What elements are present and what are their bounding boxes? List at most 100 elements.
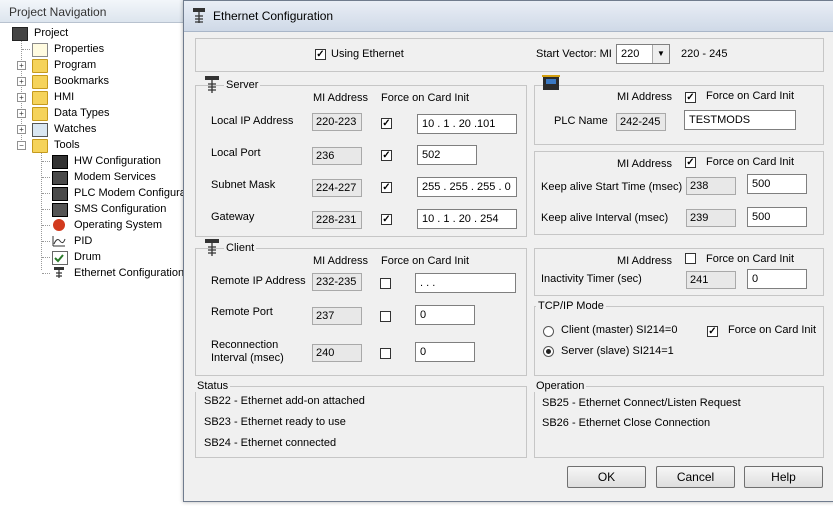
status-title: Status <box>195 380 231 392</box>
ethernet-configuration-dialog: Ethernet Configuration ✓ Using Ethernet … <box>183 0 833 502</box>
chevron-down-icon[interactable]: ▼ <box>652 45 669 63</box>
server-slave-label: Server (slave) SI214=1 <box>561 345 674 357</box>
tree-item-tools[interactable]: − Tools <box>10 137 180 153</box>
plc-force-checkbox[interactable]: ✓ <box>685 92 696 103</box>
gateway-label: Gateway <box>211 211 255 223</box>
local-ip-label: Local IP Address <box>211 115 294 127</box>
remote-ip-force-checkbox[interactable] <box>380 278 391 289</box>
keepalive-interval-mi-field: 239 <box>686 209 736 227</box>
expand-icon[interactable]: + <box>17 109 26 118</box>
subnet-mask-label: Subnet Mask <box>211 179 276 191</box>
keepalive-interval-input[interactable]: 500 <box>747 207 807 227</box>
tcpip-force-label: Force on Card Init <box>728 324 817 336</box>
inactivity-force-checkbox[interactable] <box>685 253 696 264</box>
ok-button[interactable]: OK <box>567 466 646 488</box>
local-port-mi-field: 236 <box>312 147 362 165</box>
client-master-radio[interactable] <box>543 326 554 337</box>
tcpip-force-checkbox[interactable]: ✓ <box>707 326 718 337</box>
ethernet-top-group <box>195 38 824 72</box>
folder-open-icon <box>32 139 48 153</box>
local-ip-mi-field: 220-223 <box>312 113 362 131</box>
tree-item-properties[interactable]: Properties <box>10 41 180 57</box>
operation-line: SB25 - Ethernet Connect/Listen Request <box>542 397 741 409</box>
keepalive-force-label: Force on Card Init <box>706 156 795 168</box>
keepalive-force-checkbox[interactable]: ✓ <box>685 157 696 168</box>
start-vector-select[interactable]: 220 ▼ <box>616 44 670 64</box>
folder-icon <box>32 107 48 121</box>
inactivity-mi-field: 241 <box>686 271 736 289</box>
tree-item-operating-system[interactable]: Operating System <box>10 217 185 233</box>
expand-icon[interactable]: + <box>17 77 26 86</box>
gateway-mi-field: 228-231 <box>312 211 362 229</box>
server-group-title: Server <box>224 79 261 91</box>
remote-ip-mi-field: 232-235 <box>312 273 362 291</box>
keepalive-start-input[interactable]: 500 <box>747 174 807 194</box>
local-ip-force-checkbox[interactable]: ✓ <box>381 118 392 129</box>
dialog-titlebar[interactable]: Ethernet Configuration <box>184 1 833 32</box>
tree-item-hmi[interactable]: + HMI <box>10 89 180 105</box>
remote-ip-label: Remote IP Address <box>211 275 306 287</box>
local-port-label: Local Port <box>211 147 261 159</box>
tree-item-pid[interactable]: PID <box>10 233 185 249</box>
ethernet-icon <box>192 8 206 27</box>
server-mi-header: MI Address <box>313 92 369 104</box>
panel-title: Project Navigation <box>9 5 107 19</box>
start-vector-label: Start Vector: MI <box>536 48 612 60</box>
tree-item-bookmarks[interactable]: + Bookmarks <box>10 73 180 89</box>
project-icon <box>12 27 28 41</box>
tree-item-sms-configuration[interactable]: SMS Configuration <box>10 201 185 217</box>
status-line: SB24 - Ethernet connected <box>204 437 337 449</box>
collapse-icon[interactable]: − <box>17 141 26 150</box>
tree-item-hw-configuration[interactable]: HW Configuration <box>10 153 185 169</box>
panel-header: Project Navigation <box>0 0 185 23</box>
keepalive-interval-label: Keep alive Interval (msec) <box>541 212 669 224</box>
tree-item-plc-modem-configuration[interactable]: PLC Modem Configura <box>10 185 185 201</box>
status-line: SB23 - Ethernet ready to use <box>204 416 346 428</box>
server-slave-radio[interactable] <box>543 346 554 357</box>
operation-line: SB26 - Ethernet Close Connection <box>542 417 711 429</box>
tree-item-project[interactable]: Project <box>10 25 180 41</box>
expand-icon[interactable]: + <box>17 61 26 70</box>
plc-name-input[interactable]: TESTMODS <box>684 110 796 130</box>
local-port-input[interactable]: 502 <box>417 145 477 165</box>
expand-icon[interactable]: + <box>17 93 26 102</box>
local-ip-input[interactable]: 10 . 1 . 20 .101 <box>417 114 517 134</box>
using-ethernet-checkbox[interactable]: ✓ <box>315 49 326 60</box>
inactivity-input[interactable]: 0 <box>747 269 807 289</box>
reconnection-input[interactable]: 0 <box>415 342 475 362</box>
tree-item-modem-services[interactable]: Modem Services <box>10 169 185 185</box>
tcpip-mode-group <box>534 306 824 376</box>
local-port-force-checkbox[interactable]: ✓ <box>381 150 392 161</box>
status-line: SB22 - Ethernet add-on attached <box>204 395 365 407</box>
plc-name-label: PLC Name <box>554 115 608 127</box>
help-button[interactable]: Help <box>744 466 823 488</box>
gateway-force-checkbox[interactable]: ✓ <box>381 214 392 225</box>
hardware-icon <box>52 155 68 169</box>
inactivity-label: Inactivity Timer (sec) <box>541 273 642 285</box>
inactivity-force-label: Force on Card Init <box>706 253 795 265</box>
gateway-input[interactable]: 10 . 1 . 20 . 254 <box>417 209 517 229</box>
project-navigation-panel: Project Navigation Project Properties + … <box>0 0 186 413</box>
server-icon <box>204 76 220 97</box>
remote-port-force-checkbox[interactable] <box>380 311 391 322</box>
tree-item-program[interactable]: + Program <box>10 57 180 73</box>
subnet-mask-input[interactable]: 255 . 255 . 255 . 0 <box>417 177 517 197</box>
using-ethernet-label: Using Ethernet <box>331 48 404 60</box>
cancel-button[interactable]: Cancel <box>656 466 735 488</box>
remote-ip-input[interactable]: . . . <box>415 273 516 293</box>
tree-item-watches[interactable]: + Watches <box>10 121 180 137</box>
subnet-mask-force-checkbox[interactable]: ✓ <box>381 182 392 193</box>
tree-item-data-types[interactable]: + Data Types <box>10 105 180 121</box>
expand-icon[interactable]: + <box>17 125 26 134</box>
reconnection-force-checkbox[interactable] <box>380 348 391 359</box>
folder-icon <box>32 91 48 105</box>
remote-port-mi-field: 237 <box>312 307 362 325</box>
remote-port-label: Remote Port <box>211 306 273 318</box>
folder-icon <box>32 75 48 89</box>
operating-system-icon <box>53 219 65 231</box>
client-force-header: Force on Card Init <box>381 255 470 267</box>
keepalive-mi-header: MI Address <box>617 158 673 170</box>
tree-item-drum[interactable]: Drum <box>10 249 185 265</box>
remote-port-input[interactable]: 0 <box>415 305 475 325</box>
tree-item-ethernet-configuration[interactable]: Ethernet Configuration <box>10 265 185 281</box>
